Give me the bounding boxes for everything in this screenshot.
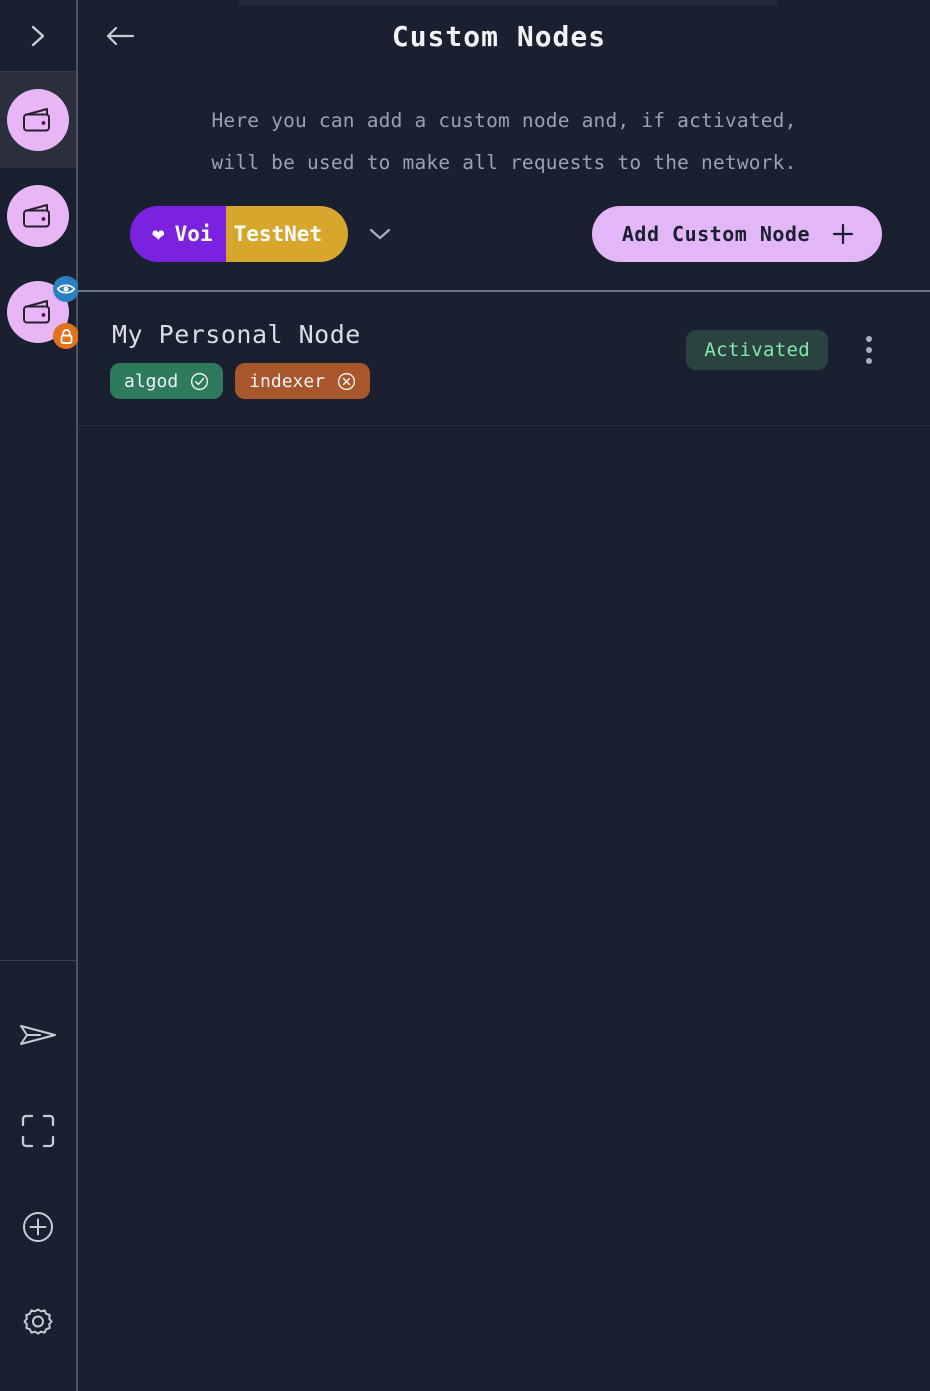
heart-icon: ❤: [152, 222, 165, 246]
scan-qr-button[interactable]: [0, 1083, 76, 1179]
add-custom-node-label: Add Custom Node: [621, 222, 810, 246]
expand-sidebar-button[interactable]: [21, 19, 55, 53]
network-chain-label: Voi: [174, 222, 213, 246]
page-title: Custom Nodes: [391, 19, 607, 53]
node-actions: Activated: [686, 320, 882, 372]
app-root: Custom Nodes Here you can add a custom n…: [0, 0, 930, 1391]
arrow-left-icon: [106, 26, 135, 46]
sidebar-wallet-3[interactable]: [0, 264, 79, 360]
sidebar-actions: [0, 960, 76, 1391]
kebab-dot: [866, 336, 872, 342]
send-icon: [20, 1025, 56, 1045]
send-button[interactable]: [0, 987, 76, 1083]
kebab-menu-icon[interactable]: [856, 328, 882, 372]
locked-account-badge: [53, 323, 79, 349]
service-label: indexer: [249, 370, 326, 392]
watch-account-badge: [53, 276, 79, 302]
back-button[interactable]: [100, 16, 140, 56]
lock-icon: [60, 328, 72, 344]
sidebar-wallet-2[interactable]: [0, 168, 76, 264]
network-selector[interactable]: ❤ Voi TestNet: [130, 206, 400, 262]
service-chip-algod: algod: [110, 363, 224, 399]
controls-row: ❤ Voi TestNet Add Custom Node: [78, 184, 930, 262]
wallet-list: [0, 72, 79, 360]
service-chip-indexer: indexer: [235, 363, 371, 399]
node-info: My Personal Node algod indexer: [110, 320, 686, 399]
page-description: Here you can add a custom node and, if a…: [211, 109, 797, 174]
scan-frame-icon: [21, 1114, 55, 1148]
plus-icon: [832, 223, 854, 245]
network-name-segment: TestNet: [225, 206, 349, 262]
wallet-icon: [23, 204, 50, 228]
sidebar: [0, 0, 79, 1391]
service-label: algod: [124, 370, 179, 392]
add-account-button[interactable]: [0, 1179, 76, 1275]
add-custom-node-button[interactable]: Add Custom Node: [591, 206, 882, 262]
kebab-dot: [866, 358, 872, 364]
node-services: algod indexer: [110, 363, 686, 399]
chevron-down-icon: [370, 228, 391, 240]
network-chain-segment: ❤ Voi: [130, 206, 226, 262]
status-badge: Activated: [686, 330, 828, 370]
page-header: Custom Nodes: [78, 0, 930, 72]
gear-icon: [23, 1308, 53, 1335]
sidebar-wallet-1[interactable]: [0, 72, 76, 168]
avatar: [7, 89, 69, 151]
node-name: My Personal Node: [112, 320, 361, 349]
chevron-right-icon: [31, 25, 45, 46]
wallet-icon: [23, 108, 50, 132]
eye-icon: [57, 284, 75, 294]
settings-button[interactable]: [0, 1275, 76, 1371]
sidebar-header: [0, 0, 76, 72]
check-circle-icon: [191, 372, 209, 390]
network-pill: ❤ Voi TestNet: [130, 206, 349, 262]
wallet-icon: [23, 300, 50, 324]
avatar: [7, 276, 79, 349]
network-name-label: TestNet: [233, 222, 323, 246]
network-dropdown-toggle[interactable]: [360, 214, 400, 254]
node-list: My Personal Node algod indexer Activated: [78, 292, 930, 1391]
x-circle-icon: [337, 372, 356, 390]
kebab-dot: [866, 347, 872, 353]
main-panel: Custom Nodes Here you can add a custom n…: [78, 0, 930, 1391]
plus-circle-icon: [23, 1212, 53, 1242]
avatar: [7, 185, 69, 247]
table-row[interactable]: My Personal Node algod indexer Activated: [78, 292, 930, 426]
